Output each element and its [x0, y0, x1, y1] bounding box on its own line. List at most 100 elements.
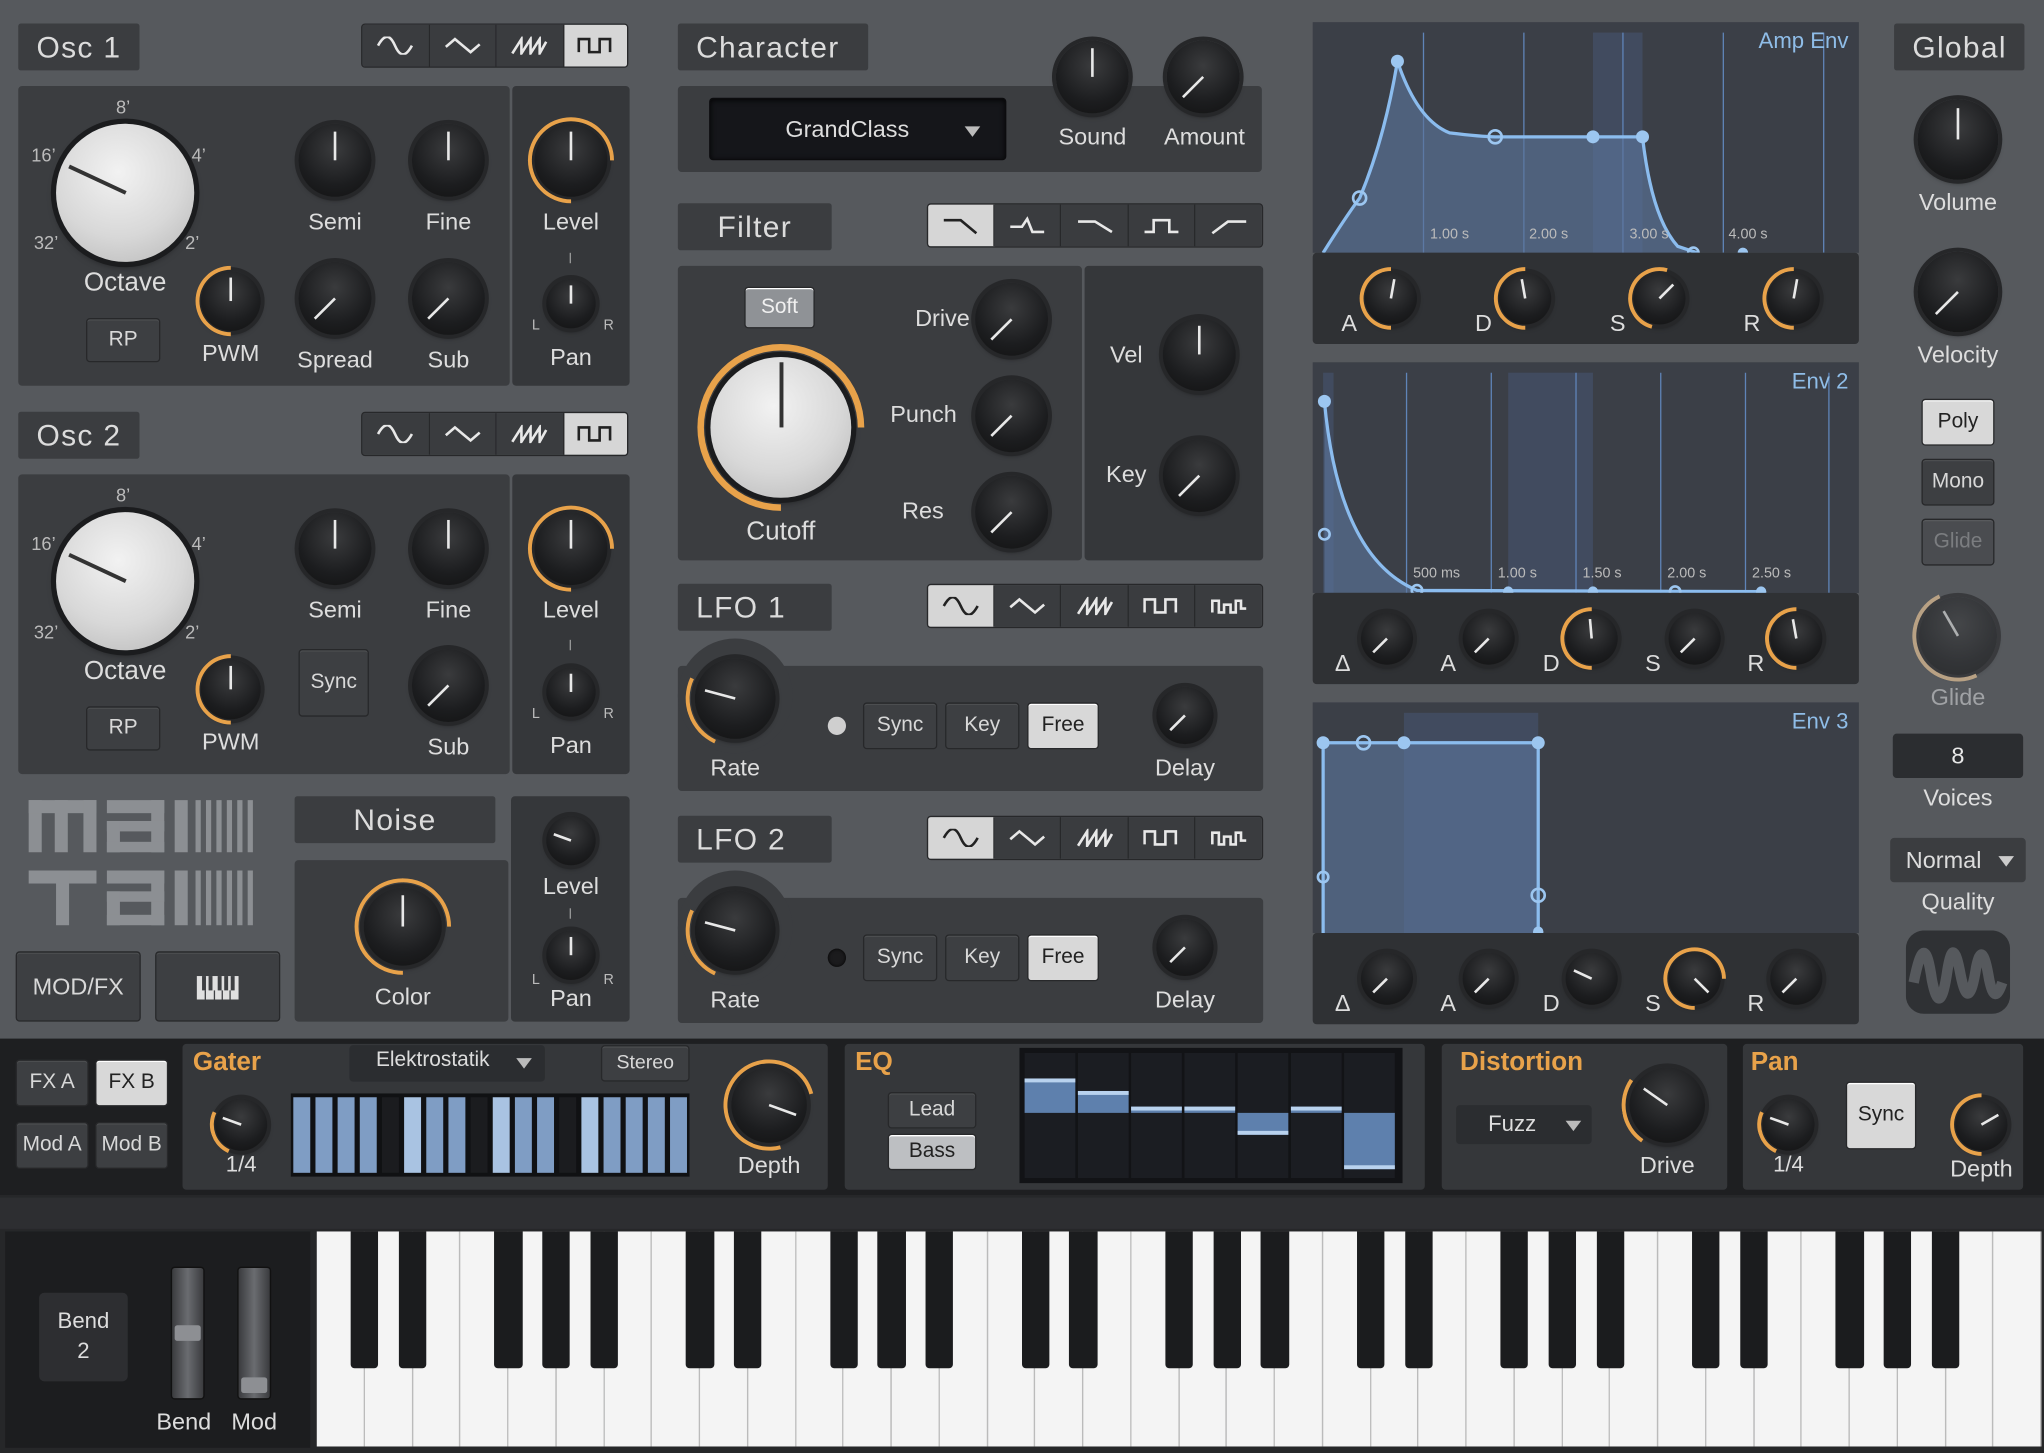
- saw-wave-button[interactable]: [496, 24, 564, 67]
- random-wave-button[interactable]: [1195, 585, 1262, 627]
- gater-step[interactable]: [337, 1097, 355, 1173]
- mod-a-button[interactable]: Mod A: [15, 1122, 89, 1169]
- black-key[interactable]: [686, 1231, 714, 1369]
- stereo-button[interactable]: Stereo: [600, 1045, 690, 1082]
- env3-release-knob[interactable]: [1770, 952, 1823, 1005]
- lfo1-key-button[interactable]: Key: [945, 702, 1020, 750]
- black-key[interactable]: [1596, 1231, 1625, 1369]
- env2-sustain-knob[interactable]: [1668, 612, 1721, 665]
- lfo2-free-button[interactable]: Free: [1027, 934, 1099, 982]
- pan-fx-sync-button[interactable]: Sync: [1845, 1081, 1917, 1150]
- fx-a-button[interactable]: FX A: [15, 1059, 89, 1107]
- osc2-sync-button[interactable]: Sync: [298, 648, 369, 717]
- env2-graph[interactable]: Env 2 500 ms 1.00 s 1.50 s 2.00 s 2.50 s: [1312, 362, 1859, 593]
- black-key[interactable]: [1213, 1231, 1241, 1369]
- pitch-bend-wheel[interactable]: [170, 1266, 205, 1400]
- fx-b-button[interactable]: FX B: [95, 1059, 169, 1107]
- env3-graph[interactable]: Env 3: [1312, 702, 1859, 934]
- gater-step[interactable]: [315, 1097, 333, 1173]
- lfo1-free-button[interactable]: Free: [1027, 702, 1099, 750]
- mono-button[interactable]: Mono: [1921, 458, 1995, 506]
- gater-step[interactable]: [514, 1097, 532, 1173]
- gater-step[interactable]: [581, 1097, 599, 1173]
- volume-knob[interactable]: [1917, 99, 1999, 180]
- random-wave-button[interactable]: [1195, 817, 1262, 859]
- filter-key-knob[interactable]: [1162, 439, 1236, 513]
- osc1-semi-knob[interactable]: [298, 123, 372, 197]
- sine-wave-button[interactable]: [928, 817, 995, 859]
- osc1-sub-knob[interactable]: [411, 261, 485, 335]
- eq-lead-button[interactable]: Lead: [887, 1092, 977, 1129]
- eq-band[interactable]: [1344, 1112, 1395, 1170]
- gater-step[interactable]: [492, 1097, 510, 1173]
- osc2-semi-knob[interactable]: [298, 512, 372, 586]
- black-key[interactable]: [494, 1231, 523, 1369]
- lfo2-sync-button[interactable]: Sync: [862, 934, 938, 982]
- eq-bass-button[interactable]: Bass: [887, 1133, 977, 1171]
- white-key[interactable]: [1993, 1231, 2042, 1447]
- gater-step[interactable]: [404, 1097, 422, 1173]
- lfo2-delay-knob[interactable]: [1156, 918, 1214, 977]
- black-key[interactable]: [1356, 1231, 1385, 1369]
- env3-decay-knob[interactable]: [1565, 952, 1618, 1005]
- black-key[interactable]: [877, 1231, 906, 1369]
- gater-step-grid[interactable]: [290, 1093, 690, 1177]
- sine-wave-button[interactable]: [362, 24, 430, 67]
- lfo1-sync-button[interactable]: Sync: [862, 702, 938, 750]
- filter-drive-knob[interactable]: [975, 282, 1049, 356]
- triangle-wave-button[interactable]: [994, 585, 1062, 627]
- square-wave-button[interactable]: [1128, 585, 1196, 627]
- filter-type-selector[interactable]: [926, 203, 1264, 248]
- osc1-spread-knob[interactable]: [298, 261, 372, 335]
- gater-step[interactable]: [559, 1097, 577, 1173]
- osc2-sub-knob[interactable]: [411, 648, 485, 722]
- black-key[interactable]: [1500, 1231, 1529, 1369]
- character-preset-select[interactable]: GrandClass: [709, 97, 1007, 161]
- black-key[interactable]: [350, 1231, 379, 1369]
- gater-step[interactable]: [470, 1097, 488, 1173]
- lfo2-wave-selector[interactable]: [926, 815, 1264, 861]
- black-key[interactable]: [1548, 1231, 1577, 1369]
- lowpass-resonant-button[interactable]: [994, 204, 1062, 247]
- env3-attack-knob[interactable]: [1462, 952, 1515, 1005]
- triangle-wave-button[interactable]: [429, 24, 497, 67]
- saw-wave-button[interactable]: [1061, 817, 1129, 859]
- octave-knob[interactable]: [56, 123, 195, 262]
- lfo1-wave-selector[interactable]: [926, 583, 1264, 629]
- sine-wave-button[interactable]: [362, 413, 430, 455]
- filter-vel-knob[interactable]: [1162, 317, 1236, 391]
- black-key[interactable]: [734, 1231, 762, 1369]
- sine-wave-button[interactable]: [928, 585, 995, 627]
- black-key[interactable]: [590, 1231, 619, 1369]
- square-wave-button[interactable]: [563, 413, 628, 455]
- osc1-fine-knob[interactable]: [411, 123, 485, 197]
- eq-band-display[interactable]: [1019, 1047, 1403, 1184]
- black-key[interactable]: [1404, 1231, 1433, 1369]
- lowpass-soft-button[interactable]: [1061, 204, 1129, 247]
- osc2-fine-knob[interactable]: [411, 512, 485, 586]
- voices-field[interactable]: 8: [1892, 733, 2024, 778]
- gater-step[interactable]: [381, 1097, 399, 1173]
- gater-step[interactable]: [625, 1097, 643, 1173]
- bend-range-box[interactable]: Bend 2: [39, 1292, 128, 1382]
- keyboard-button[interactable]: [155, 951, 281, 1022]
- saw-wave-button[interactable]: [496, 413, 564, 455]
- mod-wheel-handle[interactable]: [241, 1377, 268, 1394]
- amount-knob[interactable]: [1166, 40, 1240, 114]
- mod-b-button[interactable]: Mod B: [95, 1122, 169, 1169]
- black-key[interactable]: [1931, 1231, 1960, 1369]
- black-key[interactable]: [1883, 1231, 1912, 1369]
- triangle-wave-button[interactable]: [429, 413, 497, 455]
- lowpass-button[interactable]: [928, 204, 995, 247]
- bend-wheel-handle[interactable]: [174, 1325, 201, 1341]
- gater-step[interactable]: [537, 1097, 555, 1173]
- noise-level-knob[interactable]: [546, 815, 596, 866]
- poly-button[interactable]: Poly: [1921, 398, 1995, 446]
- filter-punch-knob[interactable]: [975, 379, 1049, 453]
- black-key[interactable]: [1260, 1231, 1289, 1369]
- soft-button[interactable]: Soft: [744, 286, 815, 329]
- filter-res-knob[interactable]: [975, 475, 1049, 549]
- gater-step[interactable]: [359, 1097, 377, 1173]
- gater-step[interactable]: [426, 1097, 444, 1173]
- amp-env-graph[interactable]: Amp Env 1.00 s 2.00 s 3.00 s 4.00 s: [1312, 22, 1859, 253]
